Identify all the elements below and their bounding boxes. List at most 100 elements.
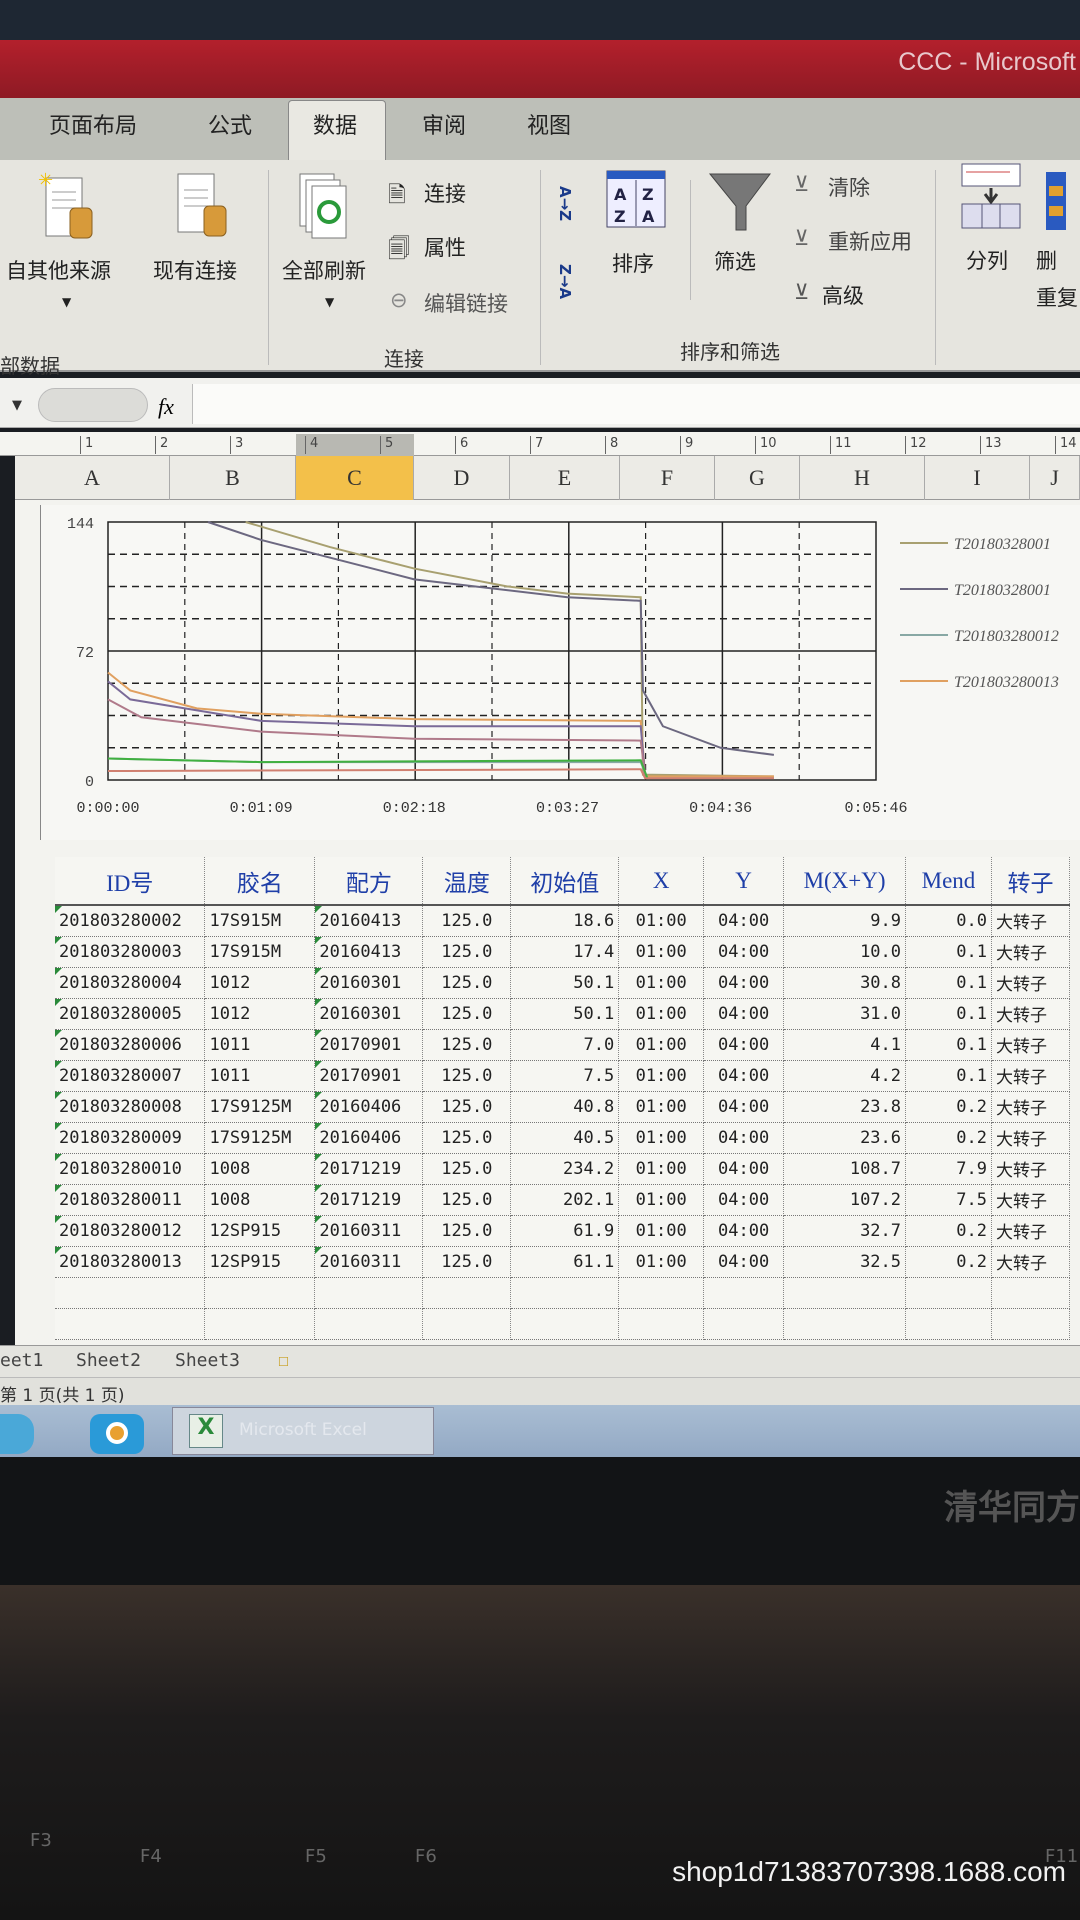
table-cell[interactable]: 125.0 [422,1122,512,1154]
table-cell[interactable]: 31.0 [783,998,907,1030]
table-cell[interactable]: 04:00 [703,998,785,1030]
column-header[interactable]: 胶名 [204,857,316,906]
table-cell[interactable]: 201803280004 [55,967,206,999]
table-cell[interactable]: 40.8 [510,1091,620,1123]
table-cell[interactable]: 20160311 [314,1215,424,1247]
column-header[interactable]: X [618,857,705,906]
table-cell[interactable] [618,1277,705,1309]
table-cell[interactable]: 20160406 [314,1122,424,1154]
table-cell[interactable]: 01:00 [618,1246,705,1278]
table-cell[interactable]: 40.5 [510,1122,620,1154]
table-cell[interactable]: 61.9 [510,1215,620,1247]
table-cell[interactable]: 大转子 [991,1091,1071,1123]
column-header[interactable]: M(X+Y) [783,857,907,906]
table-cell[interactable]: 0.1 [905,1060,992,1092]
table-cell[interactable]: 201803280013 [55,1246,206,1278]
table-cell[interactable]: 9.9 [783,905,907,937]
table-cell[interactable]: 01:00 [618,1153,705,1185]
table-cell[interactable]: 32.5 [783,1246,907,1278]
tab-view[interactable]: 视图 [527,108,571,140]
table-cell[interactable]: 04:00 [703,1060,785,1092]
table-cell[interactable]: 大转子 [991,1215,1071,1247]
table-cell[interactable]: 大转子 [991,936,1071,968]
table-cell[interactable]: 大转子 [991,905,1071,937]
table-cell[interactable]: 20171219 [314,1184,424,1216]
table-cell[interactable]: 201803280011 [55,1184,206,1216]
table-cell[interactable] [905,1277,992,1309]
table-cell[interactable] [55,1308,206,1340]
table-cell[interactable]: 0.2 [905,1122,992,1154]
table-cell[interactable]: 1012 [204,967,316,999]
table-cell[interactable]: 20160413 [314,936,424,968]
table-cell[interactable]: 04:00 [703,905,785,937]
column-header-a[interactable]: A [15,456,170,500]
table-cell[interactable]: 61.1 [510,1246,620,1278]
sheet-tab-3[interactable]: Sheet3 [175,1350,240,1371]
table-cell[interactable]: 18.6 [510,905,620,937]
table-cell[interactable]: 04:00 [703,1215,785,1247]
table-cell[interactable]: 1011 [204,1060,316,1092]
tab-data[interactable]: 数据 [313,108,357,140]
formula-input[interactable] [192,384,1080,424]
column-header[interactable]: 配方 [314,857,424,906]
table-cell[interactable]: 1008 [204,1184,316,1216]
table-cell[interactable]: 0.1 [905,998,992,1030]
table-cell[interactable]: 0.1 [905,936,992,968]
table-cell[interactable]: 04:00 [703,1029,785,1061]
table-cell[interactable]: 201803280009 [55,1122,206,1154]
table-cell[interactable]: 125.0 [422,1215,512,1247]
table-cell[interactable]: 108.7 [783,1153,907,1185]
table-cell[interactable]: 1008 [204,1153,316,1185]
table-cell[interactable] [55,1277,206,1309]
table-cell[interactable]: 10.0 [783,936,907,968]
table-cell[interactable]: 大转子 [991,1246,1071,1278]
taskbar-excel-button[interactable]: X Microsoft Excel [172,1407,434,1455]
table-cell[interactable]: 201803280010 [55,1153,206,1185]
table-cell[interactable]: 17S915M [204,936,316,968]
table-cell[interactable]: 04:00 [703,1184,785,1216]
sheet-tab-2[interactable]: Sheet2 [76,1350,141,1371]
column-header-g[interactable]: G [715,456,800,500]
table-cell[interactable]: 0.1 [905,967,992,999]
table-cell[interactable]: 201803280005 [55,998,206,1030]
table-cell[interactable]: 04:00 [703,1091,785,1123]
table-cell[interactable]: 0.2 [905,1091,992,1123]
table-cell[interactable] [618,1308,705,1340]
table-cell[interactable] [314,1277,424,1309]
table-cell[interactable]: 01:00 [618,1122,705,1154]
table-cell[interactable] [991,1308,1071,1340]
column-header-h[interactable]: H [800,456,925,500]
tab-formulas[interactable]: 公式 [208,108,252,140]
table-cell[interactable]: 50.1 [510,967,620,999]
table-cell[interactable]: 04:00 [703,1246,785,1278]
table-cell[interactable]: 01:00 [618,967,705,999]
cloud-app-icon[interactable] [0,1414,34,1454]
table-cell[interactable]: 20170901 [314,1060,424,1092]
table-cell[interactable] [510,1308,620,1340]
table-cell[interactable]: 1011 [204,1029,316,1061]
column-header[interactable]: Y [703,857,785,906]
table-cell[interactable]: 125.0 [422,1060,512,1092]
table-cell[interactable]: 大转子 [991,1153,1071,1185]
name-box[interactable] [38,388,148,422]
table-cell[interactable]: 32.7 [783,1215,907,1247]
table-cell[interactable]: 大转子 [991,1029,1071,1061]
table-cell[interactable]: 大转子 [991,998,1071,1030]
table-cell[interactable]: 01:00 [618,1184,705,1216]
table-cell[interactable]: 7.0 [510,1029,620,1061]
table-cell[interactable]: 17S915M [204,905,316,937]
table-cell[interactable]: 17S9125M [204,1091,316,1123]
table-cell[interactable]: 201803280006 [55,1029,206,1061]
table-cell[interactable]: 20160301 [314,967,424,999]
column-header-c[interactable]: C [296,456,414,500]
table-cell[interactable] [905,1308,992,1340]
column-header-i[interactable]: I [925,456,1030,500]
table-cell[interactable]: 125.0 [422,1029,512,1061]
table-cell[interactable]: 125.0 [422,936,512,968]
table-cell[interactable]: 大转子 [991,1122,1071,1154]
table-cell[interactable]: 7.9 [905,1153,992,1185]
table-cell[interactable]: 12SP915 [204,1246,316,1278]
name-box-dropdown-icon[interactable]: ▼ [12,398,22,413]
sort-a-to-z-button[interactable]: A→Z [556,186,574,221]
table-cell[interactable]: 20160413 [314,905,424,937]
